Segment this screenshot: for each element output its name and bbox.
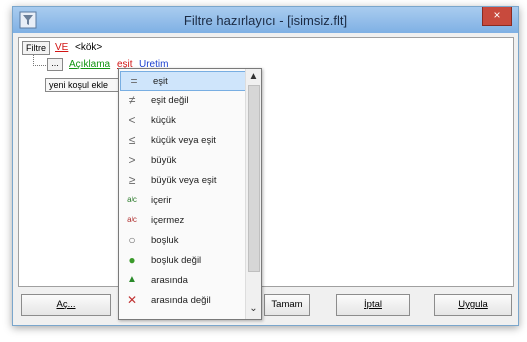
open-button-label: Aç... xyxy=(56,299,76,310)
empty-circle-icon: ○ xyxy=(128,233,136,247)
filter-tree-panel: Filtre VE <kök> ... Açıklama eşit Uretim… xyxy=(18,37,514,287)
operator-label: küçük xyxy=(151,115,176,126)
operator-item-equal[interactable]: = eşit xyxy=(120,71,246,91)
greater-than-icon: > xyxy=(128,153,136,167)
condition-field-link[interactable]: Açıklama xyxy=(69,59,110,70)
operator-item-contains[interactable]: aʲc içerir xyxy=(119,191,245,211)
operator-dropdown-list[interactable]: = eşit ≠ eşit değil < küçük ≤ küçük veya… xyxy=(118,68,262,320)
operator-label: içermez xyxy=(151,215,185,226)
dropdown-scrollbar[interactable]: ▲ ⌄ xyxy=(245,69,261,319)
operator-item-not-empty[interactable]: ● boşluk değil xyxy=(119,251,245,271)
contains-icon: aʲc xyxy=(127,195,137,204)
less-equal-icon: ≤ xyxy=(128,133,136,147)
scroll-up-icon[interactable]: ▲ xyxy=(246,70,261,84)
operator-item-not-equal[interactable]: ≠ eşit değil xyxy=(119,91,245,111)
less-than-icon: < xyxy=(128,113,136,127)
operator-label: arasında değil xyxy=(151,295,211,306)
operator-label: içerir xyxy=(151,195,172,206)
equals-icon: = xyxy=(130,74,138,88)
root-operator-link[interactable]: VE xyxy=(55,42,68,53)
operator-item-not-between[interactable]: ✕ arasında değil xyxy=(119,291,245,311)
operator-label: büyük xyxy=(151,155,177,166)
window-title: Filtre hazırlayıcı - [isimsiz.flt] xyxy=(183,13,348,28)
filled-circle-icon: ● xyxy=(128,253,136,267)
filter-root-button[interactable]: Filtre xyxy=(22,41,50,55)
operator-item-greater[interactable]: > büyük xyxy=(119,151,245,171)
operator-item-less-equal[interactable]: ≤ küçük veya eşit xyxy=(119,131,245,151)
operator-item-empty[interactable]: ○ boşluk xyxy=(119,231,245,251)
operator-item-between[interactable]: ▲ arasında xyxy=(119,271,245,291)
apply-button[interactable]: Uygula xyxy=(434,294,512,316)
operator-label: küçük veya eşit xyxy=(151,135,216,146)
title-bar[interactable]: Filtre hazırlayıcı - [isimsiz.flt] × xyxy=(13,7,518,33)
operator-label: büyük veya eşit xyxy=(151,175,217,186)
scroll-thumb[interactable] xyxy=(248,85,260,272)
between-icon: ▲ xyxy=(127,274,137,285)
cancel-button-label: İptal xyxy=(364,299,382,310)
operator-label: arasında xyxy=(151,275,188,286)
not-equal-icon: ≠ xyxy=(128,93,136,107)
ok-button[interactable]: Tamam xyxy=(264,294,310,316)
operator-label: eşit değil xyxy=(151,95,189,106)
bottom-button-bar: Aç... Tamam İptal Uygula xyxy=(18,291,512,319)
operator-item-not-contains[interactable]: aʲc içermez xyxy=(119,211,245,231)
operator-label: boşluk xyxy=(151,235,179,246)
filter-builder-window: Filtre hazırlayıcı - [isimsiz.flt] × Fil… xyxy=(12,6,519,326)
operator-item-greater-equal[interactable]: ≥ büyük veya eşit xyxy=(119,171,245,191)
close-button[interactable]: × xyxy=(482,7,512,26)
scroll-down-icon[interactable]: ⌄ xyxy=(246,302,261,316)
tree-connector xyxy=(33,55,46,66)
operator-item-less[interactable]: < küçük xyxy=(119,111,245,131)
ok-button-label: Tamam xyxy=(271,299,303,310)
operator-label: eşit xyxy=(153,76,168,87)
greater-equal-icon: ≥ xyxy=(128,173,136,187)
not-contains-icon: aʲc xyxy=(127,215,137,224)
condition-options-button[interactable]: ... xyxy=(47,58,63,71)
root-label: <kök> xyxy=(75,42,103,53)
not-between-icon: ✕ xyxy=(126,293,138,307)
apply-button-label: Uygula xyxy=(458,299,488,310)
cancel-button[interactable]: İptal xyxy=(336,294,410,316)
operator-label: boşluk değil xyxy=(151,255,202,266)
open-button[interactable]: Aç... xyxy=(21,294,111,316)
